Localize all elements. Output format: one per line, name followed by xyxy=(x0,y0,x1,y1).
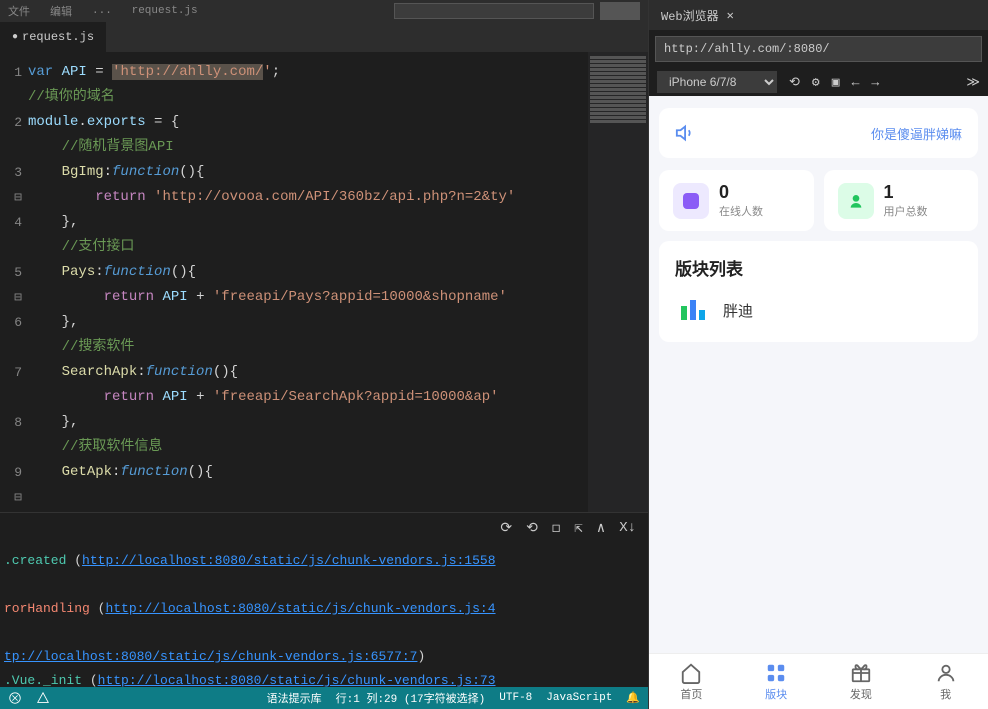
nav-item-user[interactable]: 我 xyxy=(903,654,988,709)
statusbar: 语法提示库 行:1 列:29 (17字符被选择) UTF-8 JavaScrip… xyxy=(0,687,648,709)
home-icon xyxy=(680,662,702,684)
announcement-text: 你是傻逼胖娣嘛 xyxy=(871,124,962,143)
browser-viewport: 你是傻逼胖娣嘛 0在线人数1用户总数 版块列表 胖迪 首页版块发现我 xyxy=(649,96,988,709)
code-line[interactable]: var API = 'http://ahlly.com/'; xyxy=(28,60,588,85)
forward-icon[interactable]: → xyxy=(871,75,879,90)
code-line[interactable]: return 'http://ovooa.com/API/360bz/api.p… xyxy=(28,185,588,210)
code-line[interactable]: //随机背景图API xyxy=(28,135,588,160)
more-icon[interactable]: ≫ xyxy=(966,75,980,90)
terminal-line: rorHandling (http://localhost:8080/stati… xyxy=(4,597,644,621)
debug-restart-icon[interactable]: ⟳ xyxy=(500,520,512,537)
collapse-icon[interactable]: ∧ xyxy=(597,520,605,537)
nav-item-gift[interactable]: 发现 xyxy=(819,654,904,709)
code-line[interactable]: //获取软件信息 xyxy=(28,435,588,460)
nav-label: 我 xyxy=(940,686,951,702)
menu-file[interactable]: 文件 xyxy=(8,3,30,19)
code-line[interactable]: }, xyxy=(28,410,588,435)
sb-warnings[interactable] xyxy=(36,691,50,705)
sb-encoding[interactable]: UTF-8 xyxy=(499,692,532,704)
stat-card[interactable]: 0在线人数 xyxy=(659,170,814,231)
code-line[interactable]: return API + 'freeapi/SearchApk?appid=10… xyxy=(28,385,588,410)
tab-label: request.js xyxy=(22,30,94,44)
item-name: 胖迪 xyxy=(723,300,753,321)
section-title: 版块列表 xyxy=(675,255,962,280)
code-line[interactable]: }, xyxy=(28,210,588,235)
code-line[interactable]: GetApk:function(){ xyxy=(28,460,588,485)
terminal-line: .Vue._init (http://localhost:8080/static… xyxy=(4,669,644,687)
stat-card[interactable]: 1用户总数 xyxy=(824,170,979,231)
debug-stop-icon[interactable]: ◻ xyxy=(552,520,560,537)
terminal-line xyxy=(4,621,644,645)
tab-bar: request.js xyxy=(0,22,648,52)
stat-number: 1 xyxy=(884,182,928,203)
nav-label: 发现 xyxy=(850,686,872,702)
sound-icon xyxy=(675,122,697,144)
terminal-line xyxy=(4,573,644,597)
menu-edit[interactable]: 编辑 xyxy=(50,3,72,19)
code-line[interactable]: }, xyxy=(28,310,588,335)
menubar: 文件 编辑 ... request.js xyxy=(0,0,648,22)
section-list: 版块列表 胖迪 xyxy=(659,241,978,342)
announcement-bar: 你是傻逼胖娣嘛 xyxy=(659,108,978,158)
stat-label: 在线人数 xyxy=(719,203,763,219)
nav-label: 首页 xyxy=(680,686,702,702)
sb-position[interactable]: 行:1 列:29 (17字符被选择) xyxy=(336,690,486,706)
nav-label: 版块 xyxy=(765,686,787,702)
browser-tab-title: Web浏览器 xyxy=(661,7,719,24)
rotate-icon[interactable]: ⟲ xyxy=(789,75,800,90)
sb-errors[interactable] xyxy=(8,691,22,705)
stat-number: 0 xyxy=(719,182,763,203)
tab-request-js[interactable]: request.js xyxy=(0,22,106,52)
window-control[interactable] xyxy=(600,2,640,20)
external-icon[interactable]: ⇱ xyxy=(574,520,582,537)
stat-icon xyxy=(838,183,874,219)
devtools-icon[interactable]: ▣ xyxy=(832,75,840,90)
browser-toolbar: iPhone 6/7/8 ⟲ ⚙ ▣ ← → ≫ xyxy=(649,68,988,96)
grid-icon xyxy=(765,662,787,684)
gear-icon[interactable]: ⚙ xyxy=(812,75,820,90)
code-line[interactable]: Pays:function(){ xyxy=(28,260,588,285)
app-icon xyxy=(675,292,711,328)
terminal-line: tp://localhost:8080/static/js/chunk-vend… xyxy=(4,645,644,669)
code-content[interactable]: var API = 'http://ahlly.com/';//填你的域名mod… xyxy=(28,52,588,512)
close-icon[interactable]: ✕ xyxy=(727,8,734,23)
minimap[interactable] xyxy=(588,52,648,512)
gift-icon xyxy=(850,662,872,684)
terminal-output[interactable]: .created (http://localhost:8080/static/j… xyxy=(0,543,648,687)
url-input[interactable] xyxy=(655,36,982,62)
back-icon[interactable]: ← xyxy=(852,75,860,90)
terminal-toolbar: ⟳ ⟲ ◻ ⇱ ∧ X↓ xyxy=(0,513,648,543)
browser-tab: Web浏览器 ✕ xyxy=(649,0,988,30)
code-line[interactable]: //搜索软件 xyxy=(28,335,588,360)
sb-bell-icon[interactable]: 🔔 xyxy=(626,691,640,705)
search-box[interactable] xyxy=(394,3,594,19)
list-item[interactable]: 胖迪 xyxy=(675,292,962,328)
code-line[interactable]: return API + 'freeapi/Pays?appid=10000&s… xyxy=(28,285,588,310)
line-numbers: 1 2 3 ⊟4 5 ⊟6 7 8 9 ⊟10 11 12 13 ⊟14 15 … xyxy=(0,52,28,512)
code-line[interactable]: SearchApk:function(){ xyxy=(28,360,588,385)
debug-continue-icon[interactable]: ⟲ xyxy=(526,520,538,537)
stat-label: 用户总数 xyxy=(884,203,928,219)
stat-icon xyxy=(673,183,709,219)
code-line[interactable]: module.exports = { xyxy=(28,110,588,135)
device-select[interactable]: iPhone 6/7/8 xyxy=(657,71,777,93)
user-icon xyxy=(935,662,957,684)
menu-breadcrumb: ... request.js xyxy=(92,5,198,17)
bottom-nav: 首页 版块 发现 我 xyxy=(649,653,988,709)
terminal-line: .created (http://localhost:8080/static/j… xyxy=(4,549,644,573)
sb-grammar[interactable]: 语法提示库 xyxy=(267,690,322,706)
code-line[interactable]: BgImg:function(){ xyxy=(28,160,588,185)
code-line[interactable]: //填你的域名 xyxy=(28,85,588,110)
sb-language[interactable]: JavaScript xyxy=(546,692,612,704)
code-line[interactable]: //支付接口 xyxy=(28,235,588,260)
nav-item-grid[interactable]: 版块 xyxy=(734,654,819,709)
clear-icon[interactable]: X↓ xyxy=(619,520,636,536)
nav-item-home[interactable]: 首页 xyxy=(649,654,734,709)
